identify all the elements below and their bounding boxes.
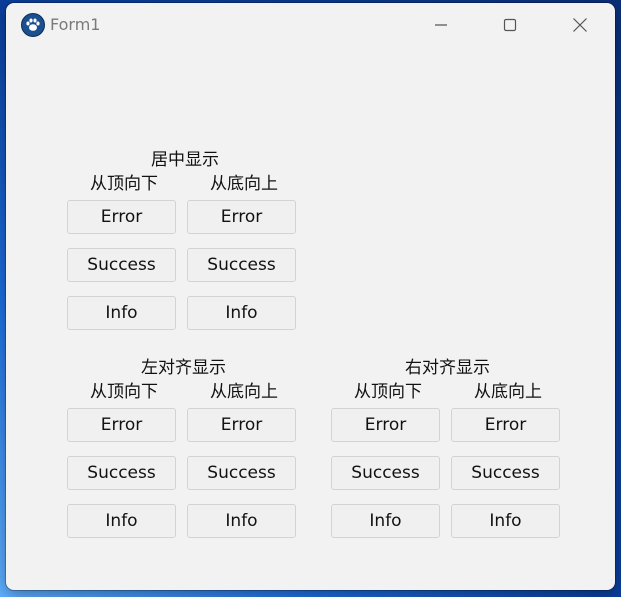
- center-group-title: 居中显示: [151, 150, 219, 170]
- right-bottom-up-error-button[interactable]: Error: [451, 408, 560, 442]
- left-top-down-info-button[interactable]: Info: [67, 504, 176, 538]
- center-top-down-success-button[interactable]: Success: [67, 248, 176, 282]
- right-top-down-label: 从顶向下: [354, 382, 422, 402]
- left-bottom-up-label: 从底向上: [210, 382, 278, 402]
- center-top-down-error-button[interactable]: Error: [67, 200, 176, 234]
- right-bottom-up-info-button[interactable]: Info: [451, 504, 560, 538]
- close-icon: [573, 18, 587, 32]
- right-bottom-up-success-button[interactable]: Success: [451, 456, 560, 490]
- right-top-down-success-button[interactable]: Success: [331, 456, 440, 490]
- left-bottom-up-info-button[interactable]: Info: [187, 504, 296, 538]
- center-top-down-label: 从顶向下: [90, 174, 158, 194]
- left-top-down-success-button[interactable]: Success: [67, 456, 176, 490]
- center-bottom-up-success-button[interactable]: Success: [187, 248, 296, 282]
- app-window: Form1 居中显示 从顶向下 从底向上 Error Success Info …: [6, 3, 615, 590]
- minimize-icon: [435, 24, 447, 26]
- minimize-button[interactable]: [406, 3, 476, 47]
- center-bottom-up-label: 从底向上: [210, 174, 278, 194]
- close-button[interactable]: [545, 3, 615, 47]
- maximize-icon: [503, 18, 517, 32]
- title-bar[interactable]: Form1: [6, 3, 615, 47]
- left-bottom-up-error-button[interactable]: Error: [187, 408, 296, 442]
- paw-icon: [21, 13, 45, 37]
- center-bottom-up-error-button[interactable]: Error: [187, 200, 296, 234]
- center-bottom-up-info-button[interactable]: Info: [187, 296, 296, 330]
- window-title: Form1: [50, 15, 101, 34]
- right-bottom-up-label: 从底向上: [474, 382, 542, 402]
- left-group-title: 左对齐显示: [141, 358, 226, 378]
- right-top-down-info-button[interactable]: Info: [331, 504, 440, 538]
- right-group-title: 右对齐显示: [405, 358, 490, 378]
- center-top-down-info-button[interactable]: Info: [67, 296, 176, 330]
- left-bottom-up-success-button[interactable]: Success: [187, 456, 296, 490]
- left-top-down-error-button[interactable]: Error: [67, 408, 176, 442]
- right-top-down-error-button[interactable]: Error: [331, 408, 440, 442]
- left-top-down-label: 从顶向下: [90, 382, 158, 402]
- maximize-button[interactable]: [475, 3, 545, 47]
